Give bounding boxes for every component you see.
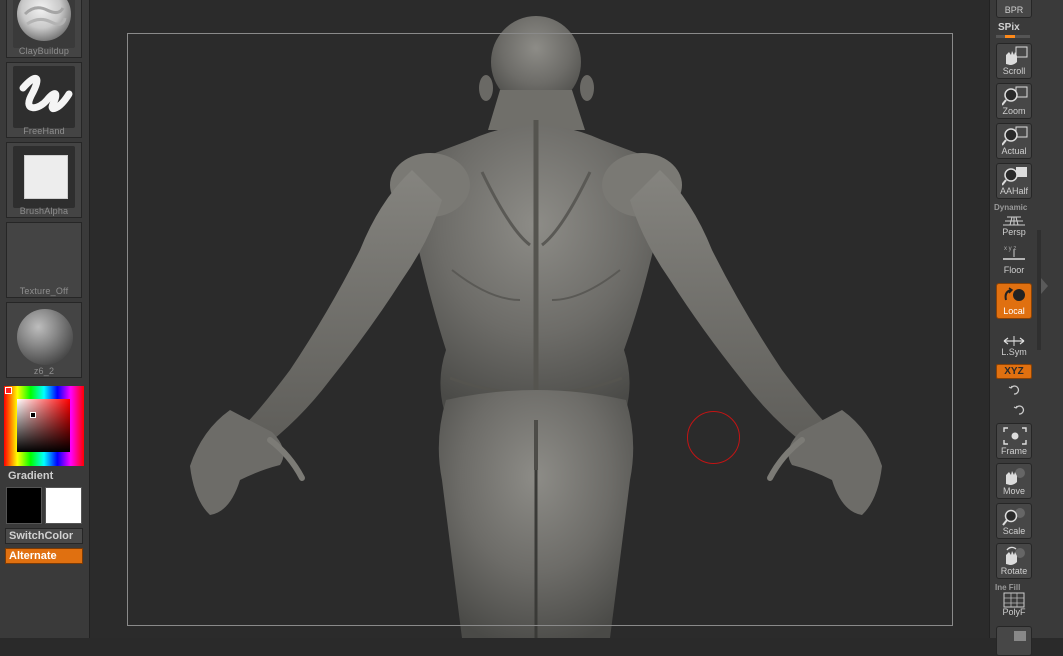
actual-label: Actual bbox=[1001, 146, 1027, 156]
bpr-label: BPR bbox=[1004, 5, 1024, 15]
lsym-label: L.Sym bbox=[1001, 347, 1027, 357]
picker-cursor-icon bbox=[30, 412, 36, 418]
lsym-button[interactable]: L.Sym bbox=[996, 323, 1032, 359]
brush-label: ClayBuildup bbox=[18, 46, 70, 56]
brush-selector[interactable]: ClayBuildup bbox=[6, 0, 82, 58]
scroll-label: Scroll bbox=[1002, 66, 1026, 76]
svg-text:x y z: x y z bbox=[1004, 246, 1016, 252]
texture-empty-icon bbox=[13, 226, 75, 288]
scale-magnifier-icon bbox=[1002, 508, 1025, 526]
transparency-icon bbox=[1014, 631, 1026, 641]
alpha-selector[interactable]: BrushAlpha bbox=[6, 142, 82, 218]
frame-button[interactable]: Frame bbox=[996, 423, 1032, 459]
floor-label: Floor bbox=[1003, 265, 1025, 275]
rotate-label: Rotate bbox=[1000, 566, 1028, 576]
clay-brush-icon bbox=[13, 0, 75, 48]
aahalf-icon bbox=[1002, 167, 1027, 186]
perspective-grid-icon bbox=[1003, 216, 1025, 226]
actual-button[interactable]: Actual bbox=[996, 123, 1032, 159]
rotate-z-icon[interactable] bbox=[1013, 404, 1025, 416]
material-selector[interactable]: z6_2 bbox=[6, 302, 82, 378]
scale-button[interactable]: Scale bbox=[996, 503, 1032, 539]
rotate-y-icon[interactable] bbox=[1008, 384, 1020, 396]
stroke-selector[interactable]: FreeHand bbox=[6, 62, 82, 138]
color-saturation-square[interactable] bbox=[17, 399, 70, 452]
left-shelf: ClayBuildup FreeHand BrushAlpha Texture_… bbox=[0, 0, 90, 638]
scroll-hand-icon bbox=[1006, 46, 1028, 65]
scale-label: Scale bbox=[1002, 526, 1026, 536]
stroke-label: FreeHand bbox=[23, 126, 65, 136]
bpr-button[interactable]: BPR bbox=[996, 0, 1032, 18]
move-label: Move bbox=[1002, 486, 1025, 496]
persp-button[interactable]: Persp bbox=[996, 203, 1032, 239]
zoom-label: Zoom bbox=[1002, 106, 1026, 116]
polyf-label: PolyF bbox=[1002, 607, 1026, 617]
rotate-icon bbox=[1006, 546, 1025, 565]
gradient-toggle[interactable]: Gradient bbox=[8, 470, 53, 482]
rotate-button[interactable]: Rotate bbox=[996, 543, 1032, 579]
spix-label: SPix bbox=[998, 22, 1020, 33]
main-color-swatch[interactable] bbox=[6, 487, 42, 524]
zoom-button[interactable]: Zoom bbox=[996, 83, 1032, 119]
document-canvas[interactable] bbox=[90, 0, 989, 638]
move-button[interactable]: Move bbox=[996, 463, 1032, 499]
material-label: z6_2 bbox=[33, 366, 55, 376]
texture-label: Texture_Off bbox=[19, 286, 69, 296]
zoom-magnifier-icon bbox=[1002, 86, 1028, 106]
frame-label: Frame bbox=[1000, 446, 1027, 456]
shelf-expand-arrow-icon[interactable] bbox=[1041, 278, 1048, 294]
frame-icon bbox=[1003, 427, 1027, 445]
aahalf-button[interactable]: AAHalf bbox=[996, 163, 1032, 199]
persp-label: Persp bbox=[1002, 227, 1026, 237]
polyf-button[interactable]: PolyF bbox=[996, 583, 1032, 619]
floor-grid-icon: x y z bbox=[1003, 246, 1025, 260]
secondary-color-swatch[interactable] bbox=[45, 487, 82, 524]
aahalf-label: AAHalf bbox=[999, 186, 1028, 196]
move-hand-icon bbox=[1006, 468, 1025, 485]
scroll-button[interactable]: Scroll bbox=[996, 43, 1032, 79]
switchcolor-button[interactable]: SwitchColor bbox=[5, 528, 83, 544]
spix-slider[interactable] bbox=[996, 35, 1030, 38]
freehand-stroke-icon bbox=[13, 66, 75, 128]
material-sphere-icon bbox=[13, 306, 75, 368]
alpha-label: BrushAlpha bbox=[19, 206, 69, 216]
xyz-symmetry-button[interactable]: XYZ bbox=[996, 364, 1032, 379]
texture-selector[interactable]: Texture_Off bbox=[6, 222, 82, 298]
color-picker[interactable] bbox=[4, 386, 84, 466]
floor-button[interactable]: x y z Floor bbox=[996, 241, 1032, 277]
local-label: Local bbox=[1003, 306, 1025, 316]
transp-button[interactable] bbox=[996, 626, 1032, 656]
color-marker-icon bbox=[5, 387, 12, 394]
alternate-button[interactable]: Alternate bbox=[5, 548, 83, 564]
document-frame bbox=[127, 33, 953, 626]
local-pivot-icon bbox=[1004, 287, 1025, 301]
alpha-icon bbox=[13, 146, 75, 208]
brush-cursor-icon bbox=[687, 411, 740, 464]
actual-size-icon bbox=[1002, 126, 1028, 146]
local-button[interactable]: Local bbox=[996, 283, 1032, 319]
